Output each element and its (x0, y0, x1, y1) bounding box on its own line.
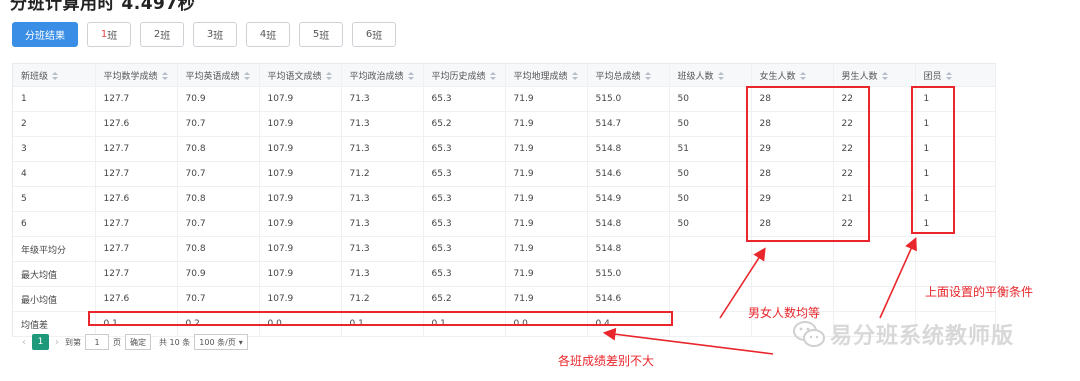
balance-conditions-note: 上面设置的平衡条件 (925, 285, 1034, 299)
watermark: 易分班系统教师版 (792, 318, 1014, 350)
wechat-icon (793, 321, 825, 347)
watermark-text: 易分班系统教师版 (830, 324, 1015, 349)
score-gap-note: 各班成绩差别不大 (558, 354, 655, 368)
